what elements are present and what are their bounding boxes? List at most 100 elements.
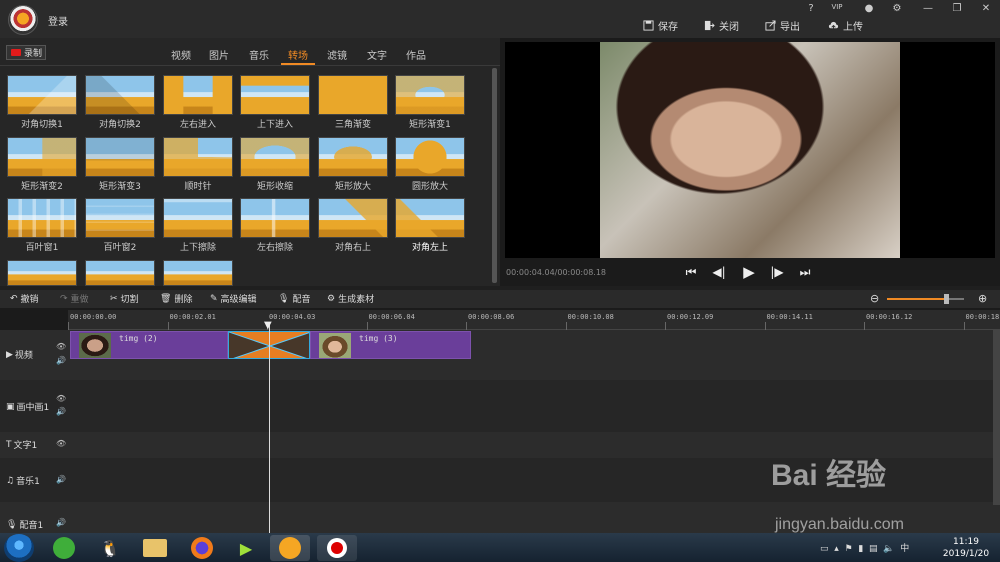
playhead[interactable]	[269, 322, 270, 533]
undo-button[interactable]: ↶ 撤销	[10, 292, 39, 306]
tab-text[interactable]: 文字	[367, 47, 387, 62]
export-button[interactable]: 导出	[765, 14, 800, 36]
save-button[interactable]: 保存	[643, 14, 678, 36]
delete-button[interactable]: 🗑 删除	[160, 292, 192, 306]
transition-thumbnail[interactable]	[85, 75, 155, 115]
tab-image[interactable]: 图片	[209, 47, 229, 62]
transition-thumbnail[interactable]	[163, 75, 233, 115]
transition-thumbnail[interactable]	[395, 198, 465, 238]
speaker-icon[interactable]: 🔊	[56, 356, 66, 365]
transition-label[interactable]: 上下进入	[236, 117, 314, 130]
close-button[interactable]: 关闭	[704, 14, 739, 36]
transition-thumbnail[interactable]	[7, 75, 77, 115]
zoom-out-icon[interactable]: ⊖	[870, 292, 879, 305]
transition-thumbnail[interactable]	[318, 75, 388, 115]
speaker-icon[interactable]: 🔊	[56, 518, 66, 527]
help-icon[interactable]: ?	[804, 3, 818, 14]
transition-label[interactable]: 对角左上	[391, 240, 469, 253]
minimize-icon[interactable]: —	[921, 3, 935, 14]
transition-label[interactable]: 矩形渐变2	[3, 179, 81, 192]
tab-video[interactable]: 视频	[171, 47, 191, 62]
network-icon[interactable]: ▤	[869, 544, 878, 554]
transition-thumbnail[interactable]	[7, 260, 77, 286]
dub-button[interactable]: 🎙 配音	[278, 292, 310, 306]
generate-material-button[interactable]: ⚙ 生成素材	[327, 292, 374, 306]
transition-thumbnail[interactable]	[163, 260, 233, 286]
transition-label[interactable]: 左右进入	[159, 117, 237, 130]
eye-icon[interactable]: 👁	[56, 394, 66, 403]
vip-icon[interactable]: VIP	[830, 3, 844, 11]
transition-thumbnail[interactable]	[85, 198, 155, 238]
play-icon[interactable]: ▶	[740, 262, 758, 282]
transition-thumbnail[interactable]	[395, 137, 465, 177]
transition-thumbnail[interactable]	[85, 137, 155, 177]
upload-button[interactable]: 上传	[828, 14, 863, 36]
transition-thumbnail[interactable]	[7, 198, 77, 238]
zoom-slider-track[interactable]	[887, 298, 947, 300]
tab-filter[interactable]: 滤镜	[327, 47, 347, 62]
transition-thumbnail[interactable]	[163, 198, 233, 238]
record-button[interactable]: 录制	[6, 45, 46, 60]
start-button[interactable]	[4, 534, 34, 562]
redo-button[interactable]: ↷ 重做	[60, 292, 89, 306]
transition-thumbnail[interactable]	[7, 137, 77, 177]
transition-label[interactable]: 矩形渐变1	[391, 117, 469, 130]
transition-label[interactable]: 对角切换2	[81, 117, 159, 130]
eye-icon[interactable]: 👁	[56, 342, 66, 351]
taskbar-app-explorer[interactable]	[135, 535, 175, 561]
tab-transition[interactable]: 转场	[288, 47, 308, 62]
taskbar-app-qq[interactable]: 🐧	[90, 535, 130, 561]
transition-label[interactable]: 圆形放大	[391, 179, 469, 192]
keyboard-icon[interactable]: ▭	[820, 544, 829, 554]
time-ruler[interactable]: 00:00:00.00 00:00:02.01 00:00:04.03 00:00:0…	[68, 310, 1000, 330]
cut-button[interactable]: ✂ 切割	[110, 292, 139, 306]
tray-app-icon[interactable]: ⚑	[845, 544, 853, 554]
advanced-edit-button[interactable]: ✎ 高级编辑	[210, 292, 257, 306]
skip-start-icon[interactable]: ⏮	[682, 262, 700, 282]
volume-icon[interactable]: 🔈	[883, 544, 894, 554]
eye-icon[interactable]: 👁	[56, 439, 66, 448]
speaker-icon[interactable]: 🔊	[56, 475, 66, 484]
video-clip[interactable]: timg (3)	[310, 331, 471, 359]
transition-label[interactable]: 上下擦除	[159, 240, 237, 253]
transition-thumbnail[interactable]	[240, 75, 310, 115]
taskbar-app-recorder[interactable]	[317, 535, 357, 561]
prev-frame-icon[interactable]: ◀︎|	[710, 262, 728, 282]
maximize-icon[interactable]: ❐	[950, 3, 964, 14]
video-clip[interactable]: timg (2)	[70, 331, 228, 359]
tab-works[interactable]: 作品	[406, 47, 426, 62]
taskbar-app-firefox[interactable]	[182, 535, 222, 561]
input-method-icon[interactable]: 中	[900, 544, 909, 554]
speaker-icon[interactable]: 🔊	[56, 407, 66, 416]
close-window-icon[interactable]: ✕	[979, 3, 993, 14]
skip-end-icon[interactable]: ⏭	[796, 262, 814, 282]
taskbar-app-browser[interactable]	[44, 535, 84, 561]
tab-music[interactable]: 音乐	[249, 47, 269, 62]
battery-icon[interactable]: ▮	[858, 544, 863, 554]
transition-label[interactable]: 三角渐变	[314, 117, 392, 130]
taskbar-app-player[interactable]: ▶	[226, 535, 266, 561]
transition-label[interactable]: 顺时针	[159, 179, 237, 192]
transition-label[interactable]: 百叶窗1	[3, 240, 81, 253]
timeline-scrollbar[interactable]	[993, 330, 1000, 505]
taskbar-app-editor[interactable]	[270, 535, 310, 561]
transition-label[interactable]: 矩形放大	[314, 179, 392, 192]
transition-thumbnail[interactable]	[395, 75, 465, 115]
transition-label[interactable]: 百叶窗2	[81, 240, 159, 253]
transition-thumbnail[interactable]	[240, 198, 310, 238]
gear-icon[interactable]: ⚙	[890, 3, 904, 14]
transition-label[interactable]: 对角右上	[314, 240, 392, 253]
transition-thumbnail[interactable]	[85, 260, 155, 286]
taskbar-clock[interactable]: 11:19 2019/1/20	[938, 536, 994, 560]
transition-thumbnail[interactable]	[318, 198, 388, 238]
next-frame-icon[interactable]: |▶︎	[768, 262, 786, 282]
transition-label[interactable]: 矩形渐变3	[81, 179, 159, 192]
transition-thumbnail[interactable]	[318, 137, 388, 177]
transition-thumbnail[interactable]	[163, 137, 233, 177]
transition-label[interactable]: 对角切换1	[3, 117, 81, 130]
bell-icon[interactable]: ●	[862, 3, 876, 14]
transition-label[interactable]: 矩形收缩	[236, 179, 314, 192]
playhead-handle-icon[interactable]: ▼	[264, 320, 276, 331]
zoom-in-icon[interactable]: ⊕	[978, 292, 987, 305]
tray-arrow-icon[interactable]: ▴	[834, 544, 839, 554]
